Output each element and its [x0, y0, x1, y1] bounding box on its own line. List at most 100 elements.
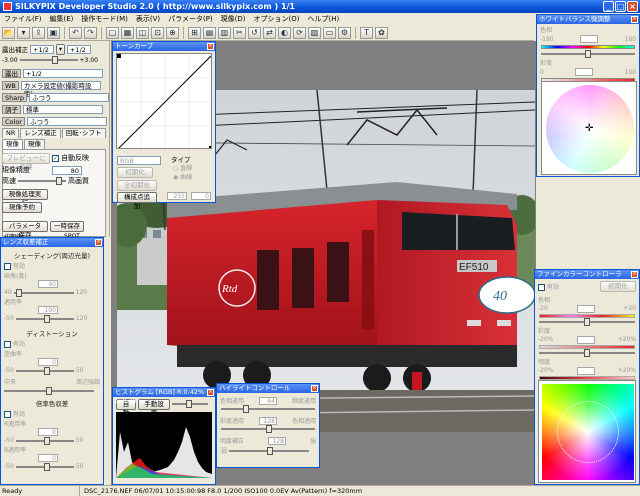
center-periphery-slider[interactable] — [4, 387, 94, 395]
tab-develop-2[interactable]: 現像 — [24, 139, 45, 149]
type-curve-radio[interactable]: 曲線 — [180, 174, 192, 181]
minimize-button[interactable]: _ — [603, 1, 614, 12]
mirror-icon[interactable]: ◐ — [278, 26, 291, 39]
compare-icon[interactable]: ◫ — [136, 26, 149, 39]
maximize-button[interactable]: □ — [615, 1, 626, 12]
tone-select[interactable]: 標準 — [23, 104, 103, 114]
lens-panel-titlebar[interactable]: レンズ収差補正 × — [1, 238, 103, 247]
shading-enable-checkbox[interactable] — [4, 263, 11, 270]
refresh-icon[interactable]: ⟳ — [293, 26, 306, 39]
curve-point-bottom[interactable] — [209, 146, 212, 149]
menu-parameter[interactable]: パラメータ(P) — [164, 14, 216, 24]
thumbnail-icon[interactable]: ▦ — [121, 26, 134, 39]
histogram-close-icon[interactable]: × — [207, 389, 214, 396]
tab-nr[interactable]: NR — [2, 128, 20, 138]
point-output-field[interactable]: 0 — [191, 192, 211, 200]
wb-select[interactable]: カメラ設定値(撮影時設定) — [20, 80, 101, 98]
precision-field[interactable]: 80 — [52, 165, 82, 175]
crosshair-icon[interactable]: ✛ — [585, 124, 593, 134]
exposure-down-button[interactable]: ▾ — [56, 43, 65, 55]
blue-ratio-field[interactable]: 0 — [38, 454, 58, 462]
saturation-field[interactable] — [575, 68, 594, 76]
add-point-button[interactable]: 構成点追加 — [117, 192, 157, 210]
menu-edit[interactable]: 編集(E) — [46, 14, 78, 24]
angle-field[interactable]: 40 — [38, 280, 58, 288]
exposure-select[interactable]: +1/2 — [23, 68, 103, 78]
flip-icon[interactable]: ⇄ — [263, 26, 276, 39]
fine-color-close-icon[interactable]: × — [631, 271, 638, 278]
hue-field[interactable] — [580, 35, 599, 43]
rgb-channel-select[interactable]: RGB — [117, 156, 161, 165]
tone-curve-graph[interactable] — [116, 53, 212, 149]
panels-icon[interactable]: ▥ — [218, 26, 231, 39]
distortion-slider[interactable] — [15, 366, 74, 375]
temp-save-button[interactable]: 一時保存 — [50, 220, 84, 232]
color-select[interactable]: ふつう — [26, 116, 107, 126]
fine-color-titlebar[interactable]: ファインカラーコントローラ × — [535, 270, 639, 279]
tone-all-initialize-button[interactable]: 全初期化 — [117, 180, 157, 191]
undo-icon[interactable]: ↶ — [69, 26, 82, 39]
hl-hue-slider[interactable] — [221, 405, 315, 413]
fine-hue-field[interactable] — [576, 305, 595, 313]
hue-slider[interactable] — [541, 50, 635, 58]
highlight-titlebar[interactable]: ハイライトコントロール × — [217, 384, 319, 393]
redo-icon[interactable]: ↷ — [84, 26, 97, 39]
preview-reflect-button[interactable]: プレビューに反映 — [2, 152, 50, 171]
hl-light-field[interactable]: 128 — [268, 436, 286, 445]
menu-mode[interactable]: 操作モード(M) — [77, 14, 132, 24]
param-save-button[interactable]: パラメータ保存 — [2, 220, 48, 239]
save-icon[interactable]: ▾ — [17, 26, 30, 39]
highlight-close-icon[interactable]: × — [311, 385, 318, 392]
close-button[interactable]: × — [627, 1, 638, 12]
tab-develop[interactable]: 現像 — [2, 139, 23, 149]
histogram-slider[interactable] — [172, 400, 208, 408]
rotate-left-icon[interactable]: ↺ — [248, 26, 261, 39]
red-ratio-field[interactable]: 0 — [38, 428, 58, 436]
tab-rotate[interactable]: 回転･シフト — [61, 128, 106, 138]
layout-icon[interactable]: ▤ — [203, 26, 216, 39]
point-input-field[interactable]: 255 — [167, 192, 187, 200]
tone-curve-line[interactable] — [117, 54, 212, 149]
monitor-icon[interactable]: ▭ — [323, 26, 336, 39]
fine-color-initialize-button[interactable]: 初期化 — [600, 281, 636, 292]
distortion-amount-field[interactable]: 0 — [38, 358, 58, 366]
settings-icon[interactable]: ⚙ — [338, 26, 351, 39]
menu-options[interactable]: オプション(O) — [250, 14, 304, 24]
develop-reserve-button[interactable]: 現像予約 — [2, 201, 42, 213]
tone-initialize-button[interactable]: 初期化 — [117, 167, 153, 178]
exposure-field-2[interactable]: +1/2 — [67, 44, 91, 54]
type-linear-radio[interactable]: 直線 — [180, 165, 192, 172]
menu-view[interactable]: 表示(V) — [132, 14, 164, 24]
open-folder-icon[interactable]: 📂 — [2, 26, 15, 39]
grid-icon[interactable]: ⊞ — [188, 26, 201, 39]
text-tool-icon[interactable]: T — [360, 26, 373, 39]
precision-slider[interactable] — [18, 177, 66, 185]
sharp-select[interactable]: ふつう — [29, 92, 110, 102]
hl-light-slider[interactable] — [229, 446, 310, 455]
hl-sat-slider[interactable] — [221, 425, 315, 433]
color-wheel-icon[interactable]: ✿ — [375, 26, 388, 39]
tab-lens[interactable]: レンズ補正 — [20, 128, 61, 138]
crop-icon[interactable]: ✂ — [233, 26, 246, 39]
blue-ratio-slider[interactable] — [15, 462, 74, 471]
wb-panel-titlebar[interactable]: ホワイトバランス微調整 × — [537, 15, 639, 24]
fine-light-field[interactable] — [576, 367, 595, 375]
exposure-field[interactable]: +1/2 — [30, 44, 54, 54]
develop-icon[interactable]: ⇪ — [32, 26, 45, 39]
curve-point-top[interactable] — [117, 54, 121, 58]
fine-color-wheel-area[interactable] — [538, 380, 636, 483]
hl-sat-field[interactable]: 128 — [259, 416, 277, 425]
shading-ratio-field[interactable]: 100 — [38, 306, 58, 314]
fine-sat-slider[interactable] — [539, 349, 635, 357]
magnification-enable-checkbox[interactable] — [4, 411, 11, 418]
angle-slider[interactable] — [13, 288, 74, 297]
fine-color-enable-checkbox[interactable] — [538, 284, 545, 291]
fine-hue-slider[interactable] — [539, 318, 635, 326]
copy-icon[interactable]: ▣ — [47, 26, 60, 39]
hl-hue-field[interactable]: 64 — [259, 396, 277, 405]
image-icon[interactable]: ▨ — [308, 26, 321, 39]
histogram-titlebar[interactable]: ヒストグラム [RGB] R:0.42% G:0.38... × — [113, 388, 215, 405]
develop-execute-button[interactable]: 現像処理実行 — [2, 188, 48, 207]
auto-reflect-checkbox[interactable] — [52, 154, 59, 162]
zoom-icon[interactable]: ⊕ — [166, 26, 179, 39]
